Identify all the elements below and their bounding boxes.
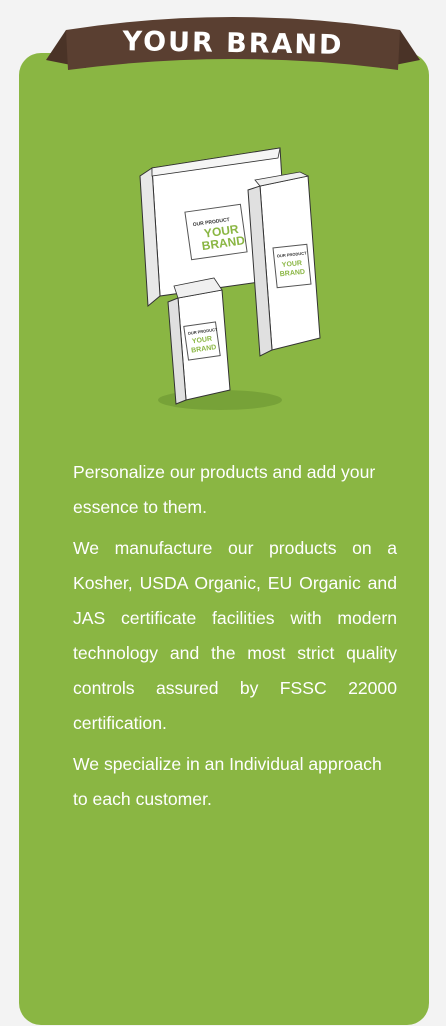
approach-paragraph: We specialize in an Individual approach … — [73, 754, 382, 809]
tall-bag: OUR PRODUCT YOUR BRAND — [247, 171, 321, 357]
product-packages-illustration: OUR PRODUCT YOUR BRAND OUR PRODUCT YOUR … — [139, 147, 321, 410]
brand-description: Personalize our products and add your es… — [73, 455, 397, 823]
intro-paragraph: Personalize our products and add your es… — [73, 462, 376, 517]
manufacturing-paragraph: We manufacture our products on a Kosher,… — [73, 538, 397, 733]
small-bag: OUR PRODUCT YOUR BRAND — [167, 277, 231, 405]
brand-banner: YOUR BRAND — [46, 8, 420, 80]
banner-title: YOUR BRAND — [122, 26, 344, 61]
